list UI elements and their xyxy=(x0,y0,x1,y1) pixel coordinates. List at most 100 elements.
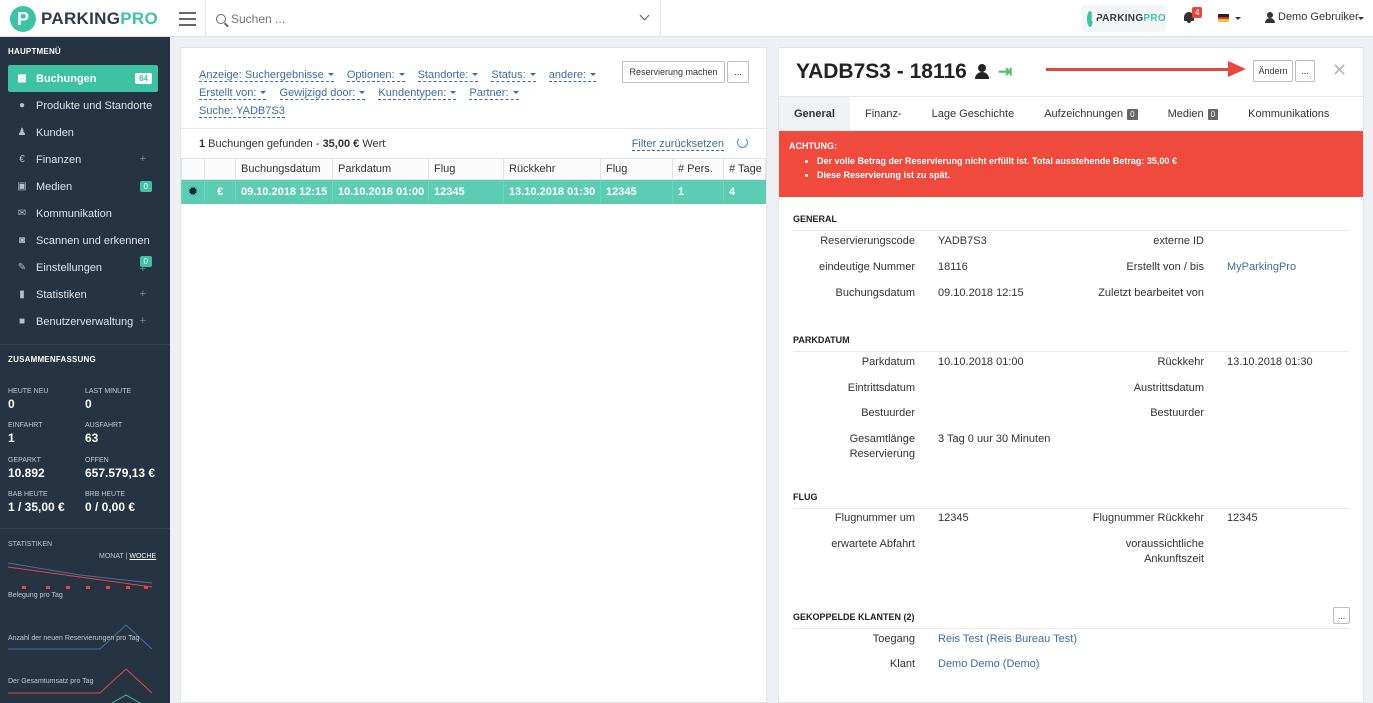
column-header-parkdatum[interactable]: Parkdatum xyxy=(332,158,429,180)
sidebar-item-finanzen[interactable]: € Finanzen + xyxy=(8,146,158,173)
toegang-link[interactable]: Reis Test (Reis Bureau Test) xyxy=(938,632,1077,647)
close-icon[interactable]: ✕ xyxy=(1332,60,1347,81)
stat-last-minute: LAST MINUTE 0 xyxy=(85,388,132,411)
stat-bab-heute: BAB HEUTE 1 / 35,00 € xyxy=(8,491,65,514)
currency-cell: € xyxy=(204,179,236,204)
sidebar-item-medien[interactable]: ▣ Medien 0 xyxy=(8,173,158,200)
plus-icon: + xyxy=(139,153,146,165)
filter-andere[interactable]: andere: xyxy=(548,69,597,82)
count-badge: 0 xyxy=(1127,108,1138,120)
annotation-arrow xyxy=(1046,68,1234,71)
sidebar-item-kommunikation[interactable]: ✉ Kommunikation xyxy=(8,200,158,227)
cell-flug-rueck: 12345 xyxy=(600,179,673,204)
stat-ausfahrt: AUSFAHRT 63 xyxy=(85,422,123,445)
sidebar-item-produkte[interactable]: ● Produkte und Standorte xyxy=(8,92,158,119)
app-logo[interactable]: PARKINGPRO xyxy=(0,0,170,37)
reset-filter-link[interactable]: Filter zurücksetzen xyxy=(631,138,724,151)
map-marker-icon: ● xyxy=(18,100,26,111)
menu-toggle-icon[interactable] xyxy=(170,0,206,37)
edit-button[interactable]: Ändern xyxy=(1253,60,1293,82)
column-header-buchungsdatum[interactable]: Buchungsdatum xyxy=(235,158,333,180)
klant-link[interactable]: Demo Demo (Demo) xyxy=(938,657,1039,672)
tab-lage-geschichte[interactable]: Lage Geschichte xyxy=(917,97,1030,132)
filter-suche[interactable]: Suche: YADB7S3 xyxy=(199,105,285,118)
refresh-icon[interactable] xyxy=(737,137,748,148)
tab-kommunikations[interactable]: Kommunikations xyxy=(1233,97,1344,132)
search-input[interactable] xyxy=(231,11,631,26)
column-header-rueckkehr[interactable]: Rückkehr xyxy=(503,158,601,180)
envelope-icon: ✉ xyxy=(17,208,27,219)
filter-kundentypen[interactable]: Kundentypen: xyxy=(378,87,457,100)
tab-medien[interactable]: Medien 0 xyxy=(1153,97,1234,132)
sparkline-label: Der Gesamtumsatz pro Tag xyxy=(8,678,94,685)
column-header-tage[interactable]: # Tage xyxy=(723,158,766,180)
caret-down-icon[interactable] xyxy=(1235,17,1241,20)
column-header-flug[interactable]: Flug xyxy=(428,158,504,180)
filter-gewijzigd-door[interactable]: Gewijzigd door: xyxy=(279,87,366,100)
field-label: Austrittsdatum xyxy=(1133,382,1204,394)
wrench-icon: ✎ xyxy=(17,262,27,273)
user-menu[interactable]: Demo Gebruiker xyxy=(1265,11,1359,23)
caret-down-icon[interactable] xyxy=(1358,17,1364,20)
tab-aufzeichnungen[interactable]: Aufzeichnungen 0 xyxy=(1029,97,1152,132)
section-klanten-heading: GEKOPPELDE KLANTEN (2) xyxy=(793,612,1349,629)
field-label: Gesamtlänge Reservierung xyxy=(849,433,915,460)
sidebar-item-buchungen[interactable]: ▦ Buchungen 64 xyxy=(8,65,158,92)
search-icon xyxy=(216,13,226,24)
logo-p-icon xyxy=(10,5,36,32)
column-header-pers[interactable]: # Pers. xyxy=(672,158,724,180)
sparkline-label: Belegung pro Tag xyxy=(8,592,63,599)
column-header-flug-rueck[interactable]: Flug xyxy=(600,158,673,180)
tab-finanz[interactable]: Finanz- xyxy=(850,97,917,132)
table-row[interactable]: ✹ € 09.10.2018 12:15 10.10.2018 01:00 12… xyxy=(181,179,766,204)
filter-partner[interactable]: Partner: xyxy=(469,87,519,100)
created-by-link[interactable]: MyParkingPro xyxy=(1227,260,1296,275)
stat-offen: OFFEN 657.579,13 € xyxy=(85,457,156,480)
filter-optionen[interactable]: Optionen: xyxy=(346,69,405,82)
count-badge: 64 xyxy=(135,73,152,84)
filter-standorte[interactable]: Standorte: xyxy=(417,69,479,82)
filter-status[interactable]: Status: xyxy=(491,69,536,82)
section-general-heading: GENERAL xyxy=(793,214,1349,231)
return-date: 13.10.2018 01:30 xyxy=(1227,356,1313,368)
column-header xyxy=(181,158,205,180)
annotation-arrow-head xyxy=(1228,61,1246,77)
klanten-more-button[interactable]: ... xyxy=(1333,607,1350,624)
count-badge: 0 xyxy=(1207,108,1219,120)
filter-bar: Anzeige: Suchergebnisse Optionen: Stando… xyxy=(199,66,619,120)
cell-rueckkehr: 13.10.2018 01:30 xyxy=(503,179,601,204)
sidebar-item-statistiken[interactable]: ▮ Statistiken + xyxy=(8,281,158,308)
sidebar-item-benutzerverwaltung[interactable]: ■ Benutzerverwaltung + xyxy=(8,308,158,335)
unique-number: 18116 xyxy=(938,261,968,273)
park-date: 10.10.2018 01:00 xyxy=(938,356,1024,368)
field-label: Eintrittsdatum xyxy=(847,382,915,394)
customer-icon[interactable] xyxy=(975,64,989,80)
sidebar-item-scannen[interactable]: ◙ Scannen und erkennen xyxy=(8,227,158,254)
table-header-row: Buchungsdatum Parkdatum Flug Rückkehr Fl… xyxy=(181,158,766,180)
count-badge: 0 xyxy=(139,181,152,192)
list-more-button[interactable]: ... xyxy=(727,61,749,83)
return-flight-number: 12345 xyxy=(1227,512,1258,524)
chevron-down-icon[interactable] xyxy=(639,10,650,21)
sidebar-item-einstellungen[interactable]: ✎ Einstellungen 0 + xyxy=(8,254,158,281)
field-label: Parkdatum xyxy=(861,356,915,368)
field-label: Buchungsdatum xyxy=(835,287,916,299)
filter-erstellt-von[interactable]: Erstellt von: xyxy=(199,87,267,100)
global-search[interactable] xyxy=(206,0,661,37)
alert-item: Der volle Betrag der Reservierung nicht … xyxy=(817,154,1353,168)
filter-anzeige[interactable]: Anzeige: Suchergebnisse xyxy=(199,69,334,82)
bookings-table: Buchungsdatum Parkdatum Flug Rückkehr Fl… xyxy=(181,158,766,204)
sidebar-item-kunden[interactable]: ♟ Kunden xyxy=(8,119,158,146)
gear-icon[interactable]: ✹ xyxy=(181,179,205,204)
tab-general[interactable]: General xyxy=(779,96,850,132)
booking-date: 09.10.2018 12:15 xyxy=(938,287,1024,299)
detail-more-button[interactable]: ... xyxy=(1295,60,1315,82)
alert-item: Diese Reservierung ist zu spät. xyxy=(817,168,1353,182)
plus-icon: + xyxy=(139,315,146,327)
stat-heute-neu: HEUTE NEU 0 xyxy=(8,388,49,411)
field-label: Bestuurder xyxy=(861,407,915,419)
german-flag-icon[interactable] xyxy=(1218,14,1229,23)
sign-in-icon[interactable]: ⇥ xyxy=(998,62,1012,82)
new-reservation-button[interactable]: Reservierung machen xyxy=(622,61,725,83)
field-label: Flugnummer Rückkehr xyxy=(1092,512,1204,524)
